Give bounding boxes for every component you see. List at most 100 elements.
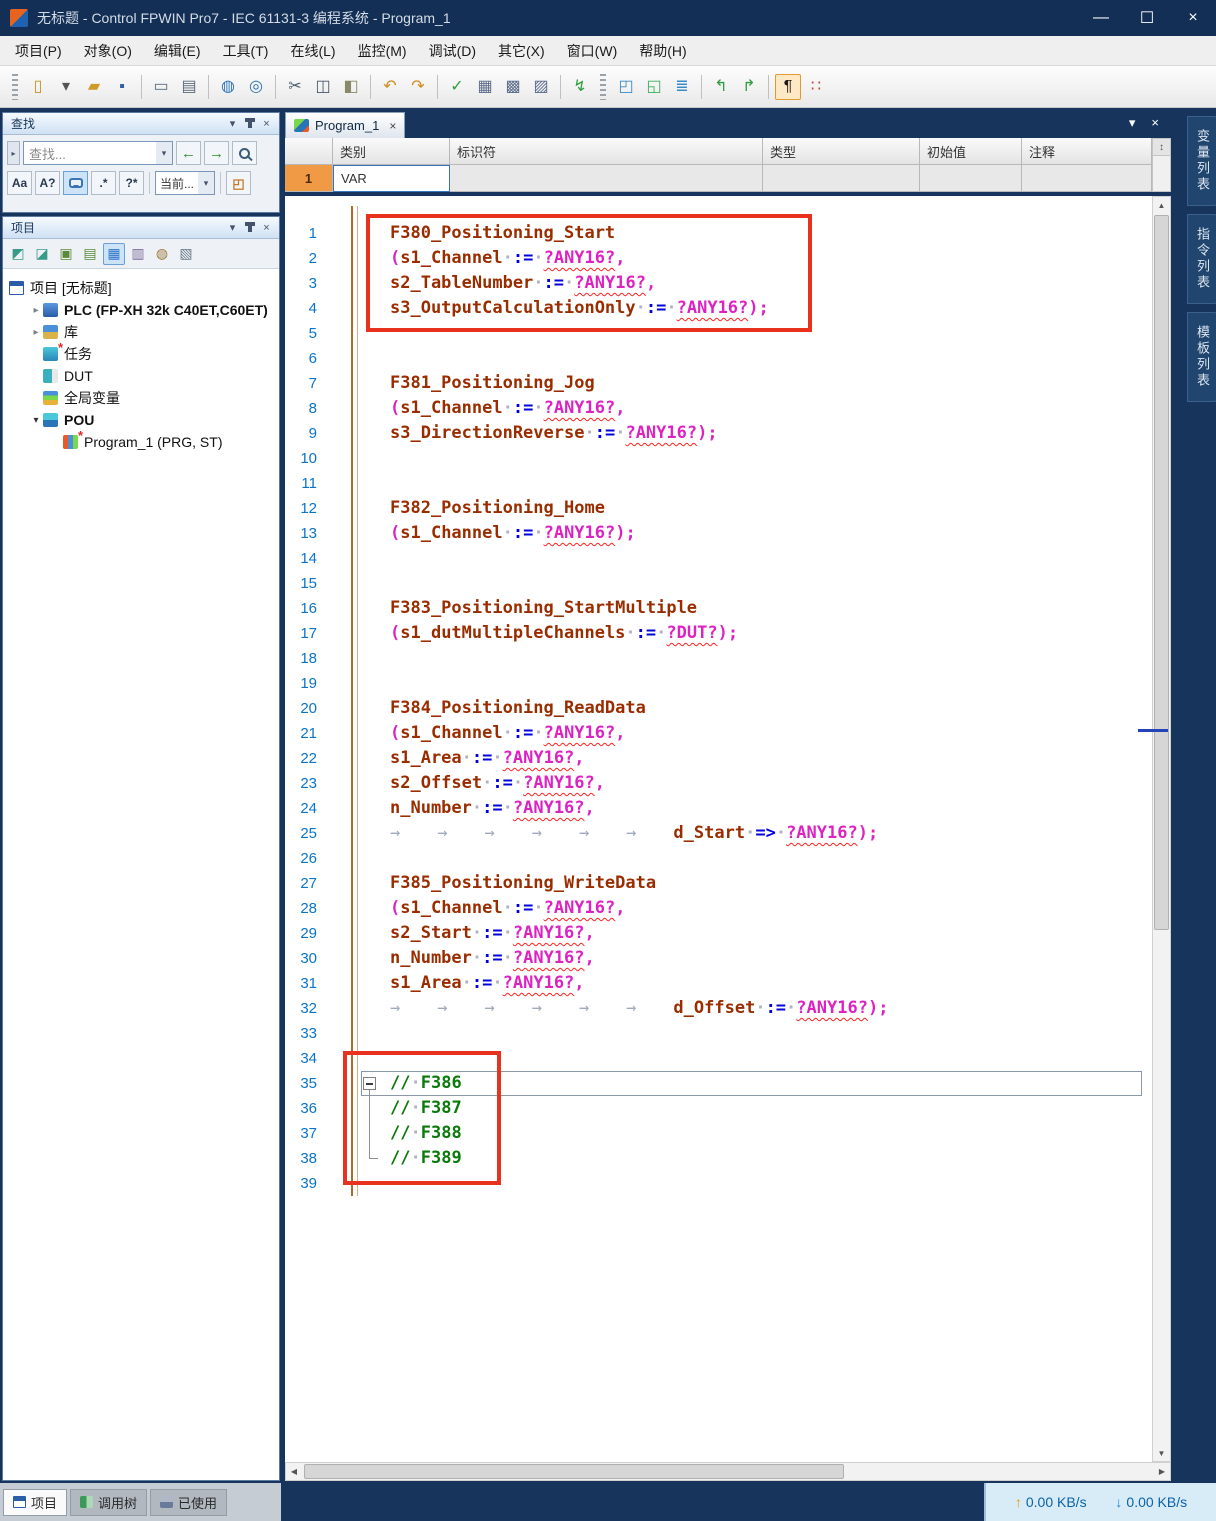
new-object-button[interactable]: ▦ — [103, 243, 125, 265]
code-line-37[interactable]: //·F388 — [285, 1121, 1150, 1146]
maximize-button[interactable]: ☐ — [1124, 0, 1170, 36]
object-prev-button[interactable]: ◩ — [7, 243, 29, 265]
editor-vertical-scrollbar[interactable]: ▲ ▼ — [1152, 196, 1171, 1462]
find-previous-button[interactable]: ← — [176, 141, 201, 165]
tree-item-program1[interactable]: *Program_1 (PRG, ST) — [3, 431, 279, 453]
code-line-1[interactable]: F380_Positioning_Start — [285, 221, 1150, 246]
project-panel-close-button[interactable]: × — [258, 220, 275, 236]
code-line-36[interactable]: //·F387 — [285, 1096, 1150, 1121]
find-object-button[interactable]: ◍ — [151, 243, 173, 265]
code-line-38[interactable]: //·F389 — [285, 1146, 1150, 1171]
object-next-button[interactable]: ◪ — [31, 243, 53, 265]
code-line-12[interactable]: F382_Positioning_Home — [285, 496, 1150, 521]
code-line-17[interactable]: (s1_dutMultipleChannels·:=·?DUT?); — [285, 621, 1150, 646]
scroll-right-button[interactable]: ▶ — [1154, 1463, 1170, 1480]
code-line-9[interactable]: s3_DirectionReverse·:=·?ANY16?); — [285, 421, 1150, 446]
scroll-left-button[interactable]: ◀ — [286, 1463, 302, 1480]
code-line-4[interactable]: s3_OutputCalculationOnly·:=·?ANY16?); — [285, 296, 1150, 321]
code-line-20[interactable]: F384_Positioning_ReadData — [285, 696, 1150, 721]
grid-cell-type[interactable] — [763, 165, 920, 192]
code-line-28[interactable]: (s1_Channel·:=·?ANY16?, — [285, 896, 1150, 921]
code-line-29[interactable]: s2_Start·:=·?ANY16?, — [285, 921, 1150, 946]
jump-back-button[interactable]: ↰ — [708, 74, 734, 100]
tree-item-global-vars[interactable]: 全局变量 — [3, 387, 279, 409]
code-line-23[interactable]: s2_Offset·:=·?ANY16?, — [285, 771, 1150, 796]
code-line-6[interactable] — [285, 346, 1150, 371]
check-program-button[interactable]: ✓ — [444, 74, 470, 100]
project-panel-menu-button[interactable]: ▾ — [224, 220, 241, 236]
address-display-button[interactable]: ∷ — [803, 74, 829, 100]
code-line-2[interactable]: (s1_Channel·:=·?ANY16?, — [285, 246, 1150, 271]
tree-item-library[interactable]: ▸库 — [3, 321, 279, 343]
jump-forward-button[interactable]: ↱ — [736, 74, 762, 100]
code-line-18[interactable] — [285, 646, 1150, 671]
object-properties-button[interactable]: ▥ — [127, 243, 149, 265]
code-line-5[interactable] — [285, 321, 1150, 346]
find-search-button[interactable] — [232, 141, 257, 165]
expand-arrow-icon[interactable]: ▸ — [29, 305, 43, 316]
pou-header-button[interactable]: ◰ — [613, 74, 639, 100]
format-list-button[interactable]: ≣ — [669, 74, 695, 100]
find-button[interactable]: ◍ — [215, 74, 241, 100]
find-panel-pin-button[interactable] — [241, 116, 258, 132]
code-line-16[interactable]: F383_Positioning_StartMultiple — [285, 596, 1150, 621]
menu-online[interactable]: 在线(L) — [279, 36, 346, 66]
tab-program1[interactable]: Program_1 × — [285, 112, 405, 138]
undo-button[interactable]: ↶ — [377, 74, 403, 100]
menu-others[interactable]: 其它(X) — [487, 36, 556, 66]
show-whitespace-button[interactable]: ¶ — [775, 74, 801, 100]
find-in-project-button[interactable]: ◎ — [243, 74, 269, 100]
tree-item-dut[interactable]: DUT — [3, 365, 279, 387]
grid-cell-category[interactable]: VAR — [333, 165, 450, 192]
open-project-button[interactable]: ▰ — [81, 74, 107, 100]
code-line-15[interactable] — [285, 571, 1150, 596]
code-line-34[interactable] — [285, 1046, 1150, 1071]
search-target-button[interactable]: ◰ — [226, 171, 251, 195]
grid-header-1[interactable]: 标识符 — [450, 138, 763, 165]
project-panel-pin-button[interactable] — [241, 220, 258, 236]
combo-caret-icon[interactable]: ▾ — [156, 142, 172, 164]
grid-row-number[interactable]: 1 — [285, 165, 333, 192]
tree-item-project-root[interactable]: 项目 [无标题] — [3, 277, 279, 299]
redo-button[interactable]: ↷ — [405, 74, 431, 100]
code-line-19[interactable] — [285, 671, 1150, 696]
grid-header-4[interactable]: 注释 — [1022, 138, 1152, 165]
dock-tab-project[interactable]: 项目 — [3, 1489, 67, 1516]
code-line-27[interactable]: F385_Positioning_WriteData — [285, 871, 1150, 896]
code-line-3[interactable]: s2_TableNumber·:=·?ANY16?, — [285, 271, 1150, 296]
password-lock-button[interactable]: ◧ — [338, 74, 364, 100]
code-line-13[interactable]: (s1_Channel·:=·?ANY16?); — [285, 521, 1150, 546]
menu-debug[interactable]: 调试(D) — [418, 36, 487, 66]
code-line-33[interactable] — [285, 1021, 1150, 1046]
copy-button[interactable]: ◫ — [310, 74, 336, 100]
search-combo[interactable]: 查找... ▾ — [23, 141, 173, 165]
grid-scrollbar[interactable]: ↕ — [1152, 138, 1171, 192]
grid-header-3[interactable]: 初始值 — [920, 138, 1022, 165]
minimize-button[interactable]: — — [1078, 0, 1124, 36]
code-line-21[interactable]: (s1_Channel·:=·?ANY16?, — [285, 721, 1150, 746]
network-list-button[interactable]: ◱ — [641, 74, 667, 100]
collapse-arrow-icon[interactable]: ▾ — [29, 415, 43, 426]
menu-object[interactable]: 对象(O) — [73, 36, 143, 66]
editor-close-button[interactable]: × — [1151, 115, 1159, 131]
code-editor[interactable]: 1234567891011121314151617181920212223242… — [285, 196, 1152, 1462]
code-line-24[interactable]: n_Number·:=·?ANY16?, — [285, 796, 1150, 821]
editor-horizontal-scrollbar[interactable]: ◀ ▶ — [285, 1462, 1171, 1481]
page-setup-button[interactable]: ▭ — [148, 74, 174, 100]
search-input[interactable]: 查找... — [29, 144, 156, 163]
close-button[interactable]: × — [1170, 0, 1216, 36]
grid-splitter-button[interactable]: ↕ — [1153, 139, 1170, 156]
code-line-30[interactable]: n_Number·:=·?ANY16?, — [285, 946, 1150, 971]
menu-monitor[interactable]: 监控(M) — [347, 36, 418, 66]
panel-tab-instruction-list[interactable]: 指令列表 — [1187, 214, 1216, 304]
match-case-button[interactable]: Aa — [7, 171, 32, 195]
expand-arrow-icon[interactable]: ▸ — [29, 327, 43, 338]
code-line-39[interactable] — [285, 1171, 1150, 1196]
regex-button[interactable]: .* — [91, 171, 116, 195]
find-panel-close-button[interactable]: × — [258, 116, 275, 132]
collapse-tree-button[interactable]: ▣ — [55, 243, 77, 265]
panel-tab-template-list[interactable]: 模板列表 — [1187, 312, 1216, 402]
compile-button[interactable]: ▦ — [472, 74, 498, 100]
tree-item-pou[interactable]: ▾POU — [3, 409, 279, 431]
grid-header-0[interactable]: 类别 — [333, 138, 450, 165]
